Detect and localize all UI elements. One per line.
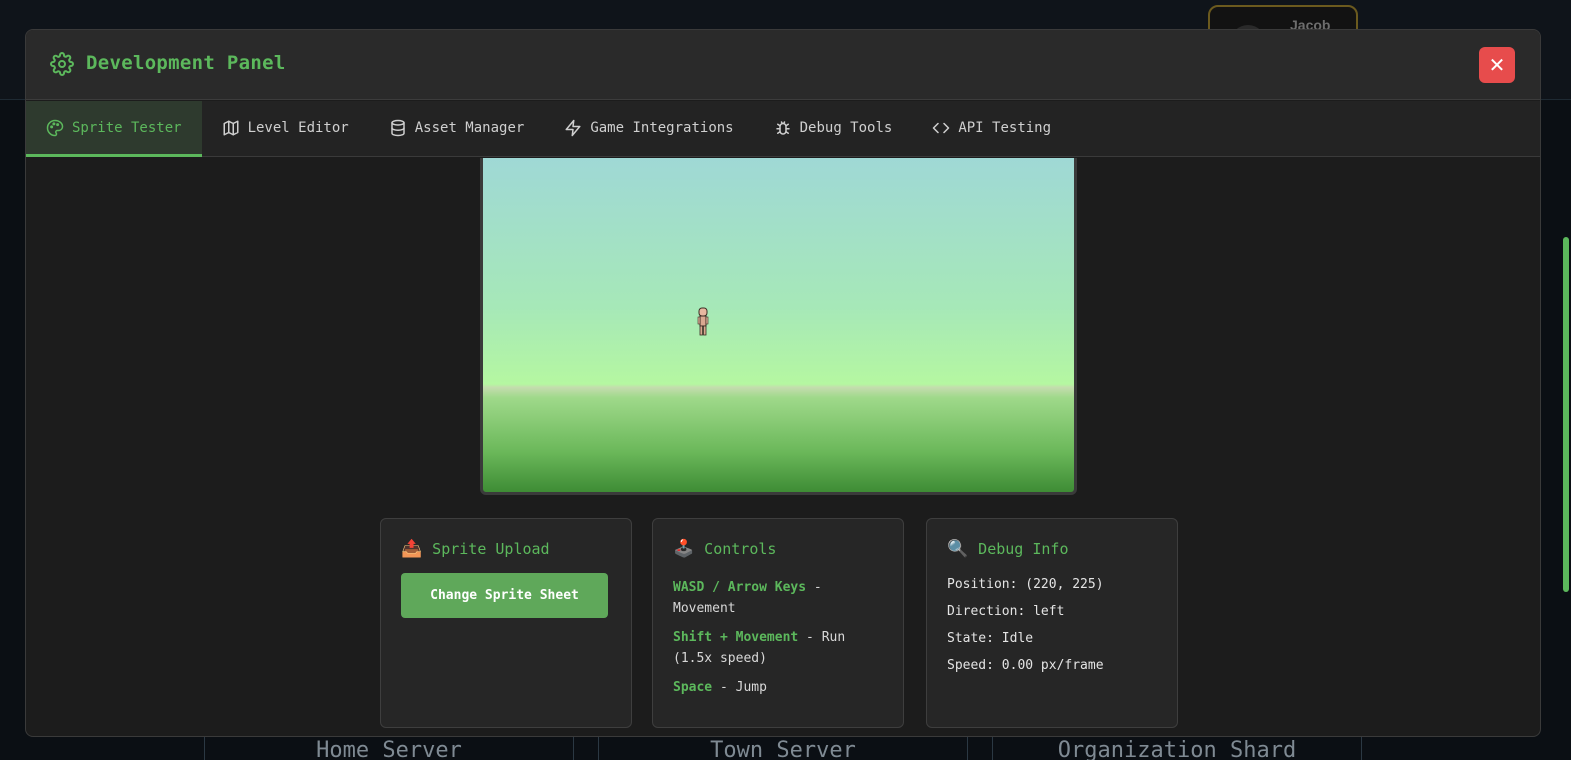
tab-bar: Sprite Tester Level Editor Asset Manager…	[26, 101, 1540, 157]
server-card-town[interactable]: Town Server	[598, 736, 968, 760]
tab-label: Game Integrations	[590, 119, 734, 136]
modal-header: Development Panel ✕	[26, 30, 1540, 100]
panel-title: Sprite Upload	[432, 540, 550, 558]
change-sprite-sheet-button[interactable]: Change Sprite Sheet	[401, 573, 608, 618]
lightning-icon	[565, 119, 581, 136]
server-card-organization[interactable]: Organization Shard	[992, 736, 1362, 760]
sprite-tester-content: 📤 Sprite Upload Change Sprite Sheet 🕹️ C…	[26, 158, 1540, 736]
control-item: WASD / Arrow Keys - Movement	[673, 580, 822, 616]
panel-title: Debug Info	[978, 540, 1069, 558]
panel-title: Controls	[704, 540, 777, 558]
sprite-upload-panel: 📤 Sprite Upload Change Sprite Sheet	[380, 518, 632, 728]
tab-api-testing[interactable]: API Testing	[912, 101, 1071, 157]
tab-label: Debug Tools	[799, 119, 893, 136]
tab-debug-tools[interactable]: Debug Tools	[754, 101, 913, 157]
database-icon	[390, 119, 405, 136]
bug-icon	[775, 120, 790, 135]
joystick-icon: 🕹️	[673, 539, 695, 559]
tab-label: Asset Manager	[414, 119, 525, 136]
debug-direction: Direction: left	[947, 604, 1065, 619]
game-canvas[interactable]	[480, 158, 1077, 495]
player-sprite	[697, 307, 709, 336]
control-item: Space - Jump	[673, 680, 767, 695]
debug-state: State: Idle	[947, 631, 1034, 646]
close-button[interactable]: ✕	[1479, 47, 1515, 83]
map-icon	[223, 120, 239, 135]
code-icon	[933, 122, 950, 133]
magnifier-icon: 🔍	[947, 539, 969, 559]
palette-icon	[46, 119, 64, 136]
tab-level-editor[interactable]: Level Editor	[202, 101, 369, 157]
upload-icon: 📤	[401, 539, 423, 559]
tab-label: Level Editor	[247, 119, 349, 136]
development-panel-modal: Development Panel ✕ Sprite Tester Level …	[25, 29, 1541, 737]
tab-label: Sprite Tester	[72, 119, 182, 136]
server-card-home[interactable]: Home Server	[204, 736, 574, 760]
scrollbar-thumb[interactable]	[1563, 237, 1569, 592]
debug-speed: Speed: 0.00 px/frame	[947, 658, 1104, 673]
gear-icon	[50, 52, 74, 76]
tab-game-integrations[interactable]: Game Integrations	[544, 101, 753, 157]
debug-info-panel: 🔍 Debug Info Position: (220, 225) Direct…	[926, 518, 1178, 728]
tab-label: API Testing	[958, 119, 1052, 136]
control-item: Shift + Movement - Run (1.5x speed)	[673, 630, 846, 666]
tab-sprite-tester[interactable]: Sprite Tester	[26, 101, 202, 157]
debug-position: Position: (220, 225)	[947, 577, 1104, 592]
controls-panel: 🕹️ Controls WASD / Arrow Keys - Movement…	[652, 518, 904, 728]
tab-asset-manager[interactable]: Asset Manager	[369, 101, 545, 157]
modal-title: Development Panel	[86, 52, 286, 74]
